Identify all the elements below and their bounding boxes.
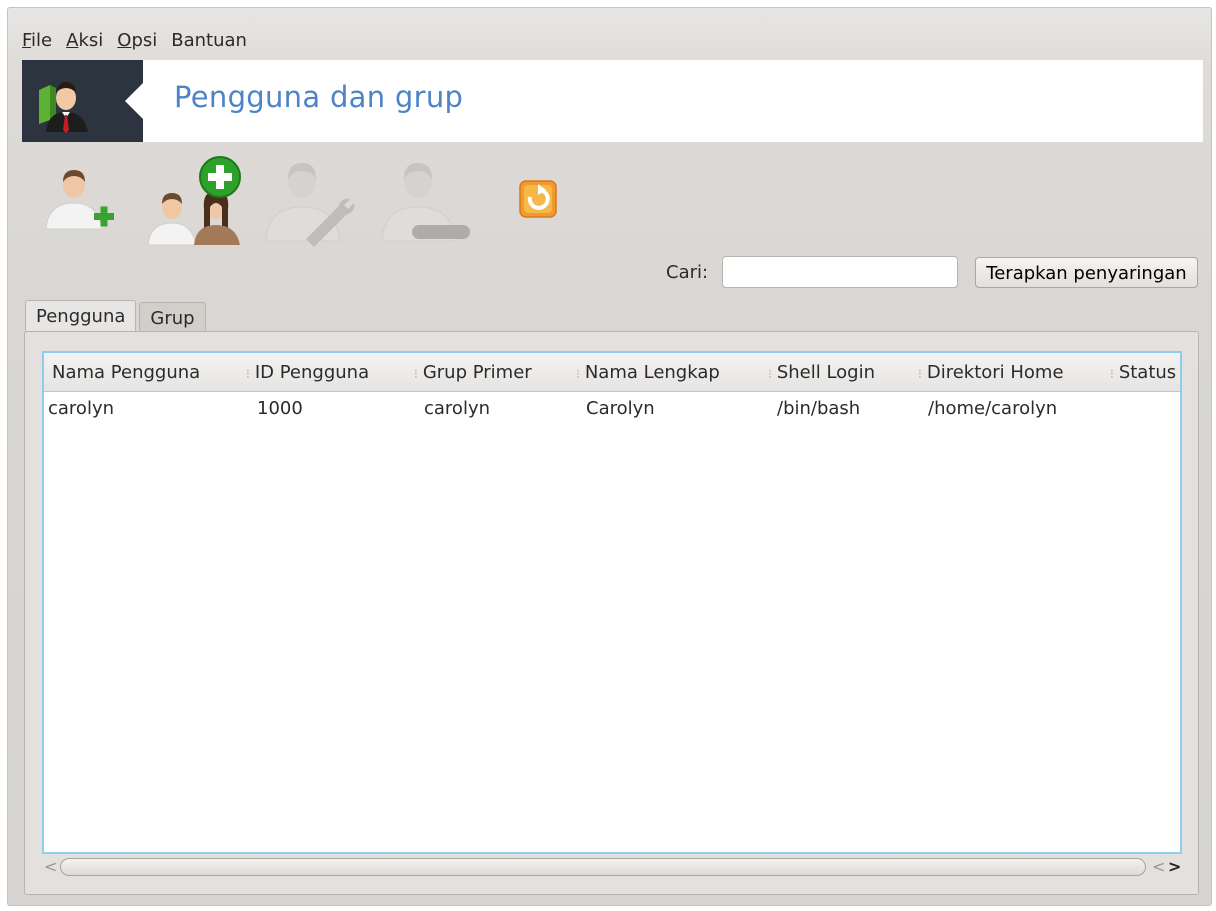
cell-nama-lengkap: Carolyn: [586, 398, 655, 419]
edit-user-icon: [265, 163, 355, 247]
refresh-button[interactable]: [512, 148, 564, 250]
column-label: Shell Login: [776, 362, 876, 383]
menu-opsi[interactable]: Opsi: [117, 30, 157, 56]
menu-file-mnemonic: F: [22, 30, 32, 51]
delete-user-icon: [381, 163, 470, 242]
tab-pengguna[interactable]: Pengguna: [25, 300, 137, 333]
scrollbar-thumb[interactable]: [60, 858, 1146, 876]
add-user-button[interactable]: [38, 148, 122, 250]
table-row[interactable]: carolyn 1000 carolyn Carolyn /bin/bash /…: [44, 391, 1180, 425]
column-resize-grip: ⁝: [918, 367, 922, 381]
menu-file[interactable]: File: [22, 30, 52, 56]
scroll-left-icon[interactable]: <: [44, 855, 57, 879]
refresh-icon: [519, 180, 557, 218]
cell-id-pengguna: 1000: [257, 398, 303, 419]
menu-bantuan[interactable]: Bantuan: [171, 30, 247, 56]
menu-file-rest: ile: [31, 30, 53, 51]
add-user-icon: [45, 170, 114, 230]
column-header-status[interactable]: ⁝ Status: [1110, 353, 1176, 391]
cell-grup-primer: carolyn: [424, 398, 491, 419]
column-header-nama-pengguna[interactable]: Nama Pengguna: [52, 353, 200, 391]
banner-notch: [125, 83, 143, 119]
menu-opsi-rest: psi: [131, 30, 158, 51]
column-resize-grip: ⁝: [246, 367, 250, 381]
header-banner: Pengguna dan grup: [22, 60, 1203, 142]
add-group-button[interactable]: [142, 148, 246, 250]
column-label: Grup Primer: [422, 362, 532, 383]
delete-user-button: [376, 148, 476, 250]
column-header-shell-login[interactable]: ⁝ Shell Login: [768, 353, 875, 391]
column-label: Direktori Home: [926, 362, 1064, 383]
table-header: Nama Pengguna ⁝ ID Pengguna ⁝ Grup Primer …: [44, 353, 1180, 392]
edit-user-button: [260, 148, 356, 250]
column-header-grup-primer[interactable]: ⁝ Grup Primer: [414, 353, 532, 391]
column-label: Nama Lengkap: [584, 362, 720, 383]
cell-nama-pengguna: carolyn: [48, 398, 115, 419]
search-label: Cari:: [666, 262, 709, 283]
column-header-id-pengguna[interactable]: ⁝ ID Pengguna: [246, 353, 369, 391]
column-resize-grip: ⁝: [576, 367, 580, 381]
column-label: Status: [1118, 362, 1177, 383]
menu-aksi-mnemonic: A: [66, 30, 79, 51]
apply-filter-button[interactable]: Terapkan penyaringan: [975, 257, 1198, 288]
cell-shell-login: /bin/bash: [777, 398, 861, 419]
column-resize-grip: ⁝: [1110, 367, 1114, 381]
tab-grup[interactable]: Grup: [139, 302, 206, 333]
scroll-right-icon[interactable]: >: [1168, 855, 1181, 879]
tab-bar: Pengguna Grup: [25, 300, 206, 333]
column-label: Nama Pengguna: [52, 362, 201, 383]
column-label: ID Pengguna: [254, 362, 370, 383]
page-title: Pengguna dan grup: [174, 80, 464, 114]
scroll-left-small-icon[interactable]: <: [1152, 855, 1165, 879]
cell-direktori-home: /home/carolyn: [928, 398, 1058, 419]
horizontal-scrollbar[interactable]: < < >: [42, 855, 1182, 879]
add-group-icon: [147, 156, 241, 246]
column-resize-grip: ⁝: [768, 367, 772, 381]
users-table[interactable]: Nama Pengguna ⁝ ID Pengguna ⁝ Grup Primer …: [42, 351, 1182, 854]
column-header-direktori-home[interactable]: ⁝ Direktori Home: [918, 353, 1064, 391]
menu-bar: File Aksi Opsi Bantuan: [22, 30, 247, 56]
menu-opsi-mnemonic: O: [117, 30, 132, 51]
menu-aksi-rest: ksi: [78, 30, 104, 51]
menu-aksi[interactable]: Aksi: [66, 30, 103, 56]
column-resize-grip: ⁝: [414, 367, 418, 381]
search-input[interactable]: [722, 256, 958, 288]
column-header-nama-lengkap[interactable]: ⁝ Nama Lengkap: [576, 353, 720, 391]
